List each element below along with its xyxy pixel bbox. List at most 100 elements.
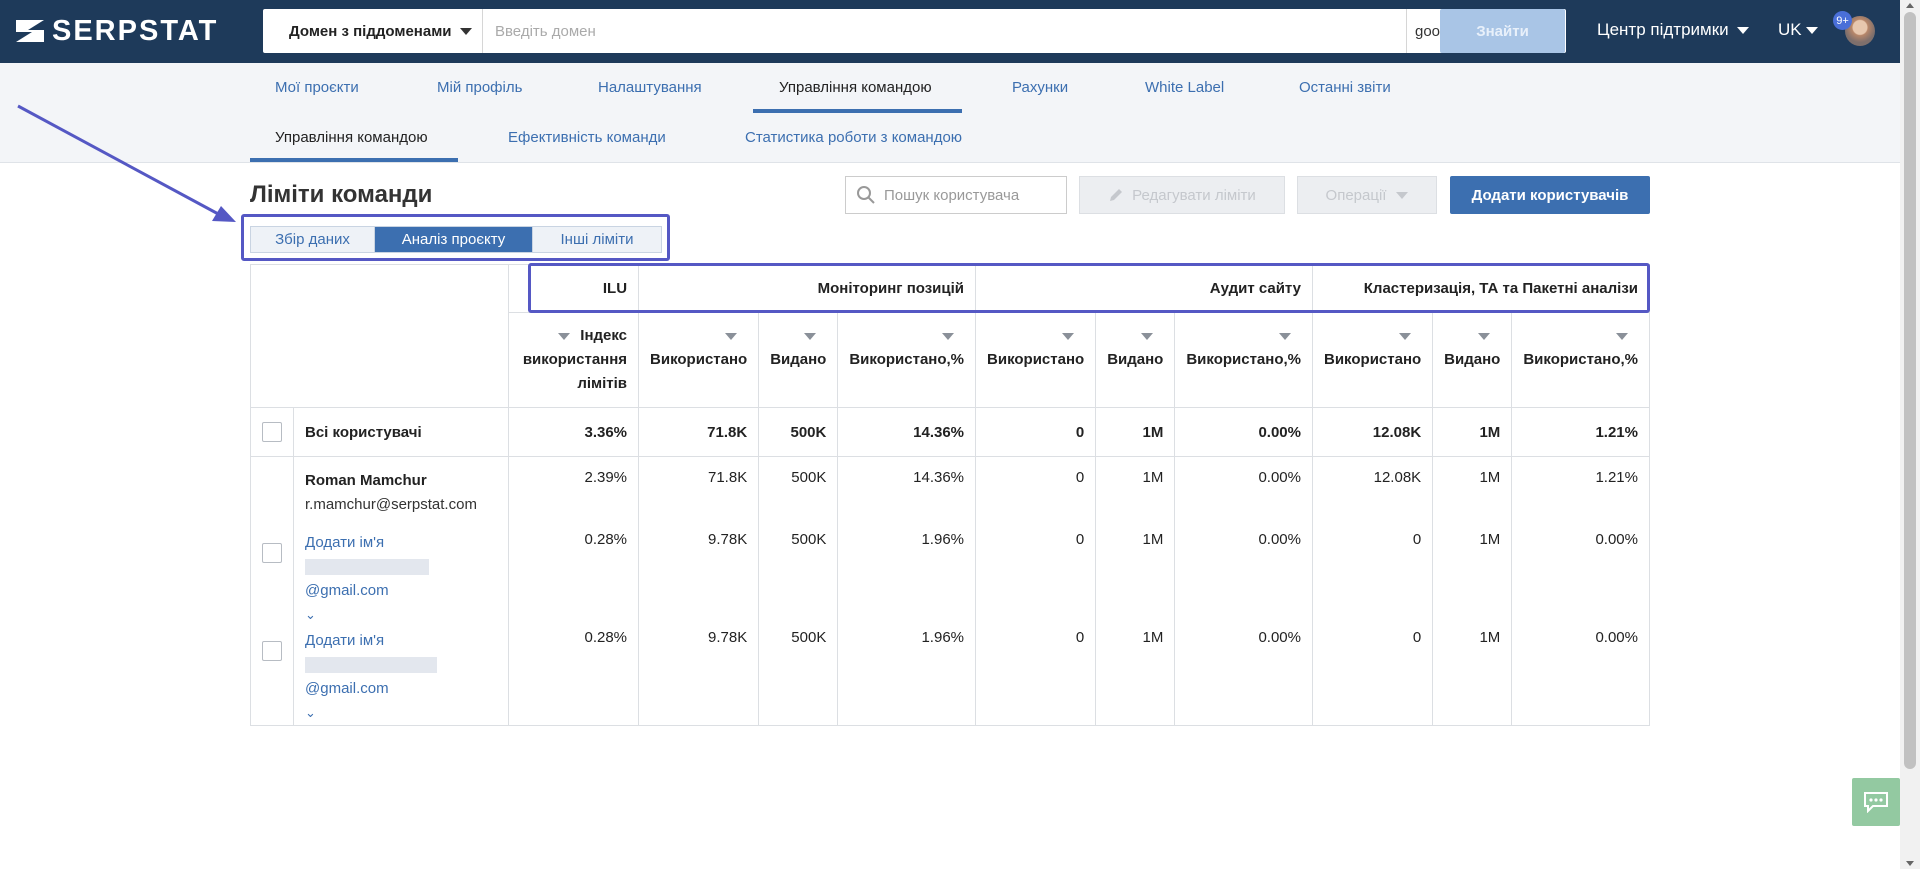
table-cell: 9.78K (638, 626, 760, 726)
find-button[interactable]: Знайти (1440, 9, 1565, 53)
sort-icon[interactable] (725, 332, 738, 340)
sort-icon[interactable] (1279, 332, 1291, 340)
chat-widget-button[interactable] (1852, 778, 1900, 826)
table-cell: 1.21% (1511, 407, 1650, 457)
add-name-link[interactable]: Додати ім'я (305, 629, 497, 653)
column-header-ilu[interactable]: Індекс використання лімітів (508, 312, 640, 408)
domain-mode-select[interactable]: Домен з піддоменами (263, 9, 483, 53)
tab-settings[interactable]: Налаштування (598, 79, 702, 96)
empty-header-cell (249, 264, 510, 313)
tab-team-management[interactable]: Управління командою (779, 79, 932, 96)
column-header[interactable]: Використано (638, 312, 760, 408)
column-header[interactable]: Використано,% (1511, 312, 1650, 408)
tab-billing[interactable]: Рахунки (1012, 79, 1068, 96)
column-header-label: Використано (650, 351, 748, 368)
column-header-label: Видано (1444, 351, 1501, 368)
sort-icon[interactable] (1141, 332, 1154, 340)
sort-icon[interactable] (1478, 332, 1491, 340)
table-cell: 71.8K (638, 407, 760, 457)
search-icon (857, 186, 875, 204)
subtab-team-statistics[interactable]: Статистика роботи з командою (745, 129, 962, 146)
tab-white-label[interactable]: White Label (1145, 79, 1224, 96)
user-search-input[interactable] (884, 186, 1054, 204)
tab-recent-reports[interactable]: Останні звіти (1299, 79, 1391, 96)
subtab-team-efficiency[interactable]: Ефективність команди (508, 129, 666, 146)
column-header[interactable]: Використано (1311, 312, 1434, 408)
select-all-checkbox[interactable] (262, 422, 282, 442)
user-name: Roman Mamchur (305, 472, 427, 489)
tab-my-profile[interactable]: Мій профіль (437, 79, 522, 96)
column-header[interactable]: Використано,% (837, 312, 977, 408)
table-row: Roman Mamchur r.mamchur@serpstat.com 2.3… (250, 456, 1650, 529)
table-cell: 0 (975, 407, 1097, 457)
domain-mode-label: Домен з піддоменами (289, 22, 452, 40)
table-cell: 0.00% (1511, 626, 1650, 726)
user-checkbox[interactable] (262, 542, 282, 563)
active-subtab-indicator (250, 158, 458, 162)
sort-icon[interactable] (804, 332, 817, 340)
sort-icon[interactable] (942, 332, 955, 340)
sort-icon[interactable] (1062, 332, 1075, 340)
table-cell: 1M (1432, 407, 1513, 457)
column-header-label: Використано,% (1523, 351, 1638, 368)
column-header[interactable]: Видано (758, 312, 839, 408)
scroll-down-arrow[interactable] (1906, 861, 1914, 866)
table-cell: 1M (1432, 456, 1513, 529)
user-cell: Roman Mamchur r.mamchur@serpstat.com (292, 456, 510, 529)
chevron-down-icon[interactable]: ⌄ (305, 603, 497, 627)
checkbox-cell (250, 456, 294, 529)
table-cell: 1.96% (837, 528, 977, 627)
table-cell: 2.39% (508, 456, 640, 529)
add-name-link[interactable]: Додати ім'я (305, 531, 497, 555)
checkbox-cell (250, 528, 294, 627)
search-group: Домен з піддоменами google.com.ua (263, 9, 1566, 53)
column-header[interactable]: Використано (975, 312, 1097, 408)
chevron-down-icon[interactable]: ⌄ (305, 701, 497, 725)
segment-data-collection[interactable]: Збір даних (251, 227, 375, 252)
column-header[interactable]: Видано (1432, 312, 1513, 408)
column-header[interactable]: Використано,% (1174, 312, 1313, 408)
subtab-team-management[interactable]: Управління командою (275, 129, 428, 146)
column-header-label: Використано,% (1186, 351, 1301, 368)
tab-my-projects[interactable]: Мої проєкти (275, 79, 359, 96)
scrollbar-thumb[interactable] (1904, 12, 1916, 769)
operations-button[interactable]: Операції (1297, 176, 1437, 214)
language-menu[interactable]: UK (1778, 20, 1818, 40)
notification-badge[interactable]: 9+ (1833, 11, 1852, 30)
table-cell: 1M (1432, 626, 1513, 726)
add-users-button[interactable]: Додати користувачів (1450, 176, 1650, 214)
sort-icon[interactable] (1399, 332, 1412, 340)
column-header[interactable]: Видано (1095, 312, 1176, 408)
column-header-label: Видано (1107, 351, 1164, 368)
group-header-row: ILU Моніторинг позицій Аудит сайту Класт… (249, 264, 1650, 313)
table-cell: 0.28% (508, 528, 640, 627)
edit-limits-button[interactable]: Редагувати ліміти (1079, 176, 1285, 214)
table-cell: 0.28% (508, 626, 640, 726)
support-center-menu[interactable]: Центр підтримки (1597, 20, 1749, 40)
segment-other-limits[interactable]: Інші ліміти (533, 227, 661, 252)
account-navigation: Мої проєкти Мій профіль Налаштування Упр… (0, 63, 1900, 163)
page-scrollbar[interactable] (1900, 0, 1920, 869)
column-header-label: Використано (987, 351, 1085, 368)
empty-header-cell (249, 312, 510, 408)
table-cell: 12.08K (1311, 456, 1434, 529)
chevron-down-icon (1736, 26, 1749, 34)
domain-search-input[interactable] (483, 9, 1406, 53)
team-limits-table: ILU Моніторинг позицій Аудит сайту Класт… (249, 264, 1650, 726)
sort-icon[interactable] (1616, 332, 1628, 340)
group-header-position-monitoring: Моніторинг позицій (638, 264, 977, 313)
table-row: Додати ім'я @gmail.com ⌄ 0.28% 9.78K 500… (250, 528, 1650, 627)
language-label: UK (1778, 20, 1802, 39)
table-cell: 1.96% (837, 626, 977, 726)
user-cell: Додати ім'я @gmail.com ⌄ (292, 626, 510, 726)
user-checkbox[interactable] (262, 640, 282, 661)
all-users-row: Всі користувачі 3.36% 71.8K 500K 14.36% … (250, 407, 1650, 457)
table-cell: 0.00% (1511, 528, 1650, 627)
table-cell: 0.00% (1174, 456, 1313, 529)
sort-icon[interactable] (558, 332, 571, 340)
user-search-field[interactable] (845, 176, 1067, 214)
segment-project-analysis[interactable]: Аналіз проєкту (375, 227, 533, 252)
scroll-up-arrow[interactable] (1906, 3, 1914, 8)
checkbox-cell (250, 407, 294, 457)
ilu-header-line: використання (522, 351, 628, 368)
